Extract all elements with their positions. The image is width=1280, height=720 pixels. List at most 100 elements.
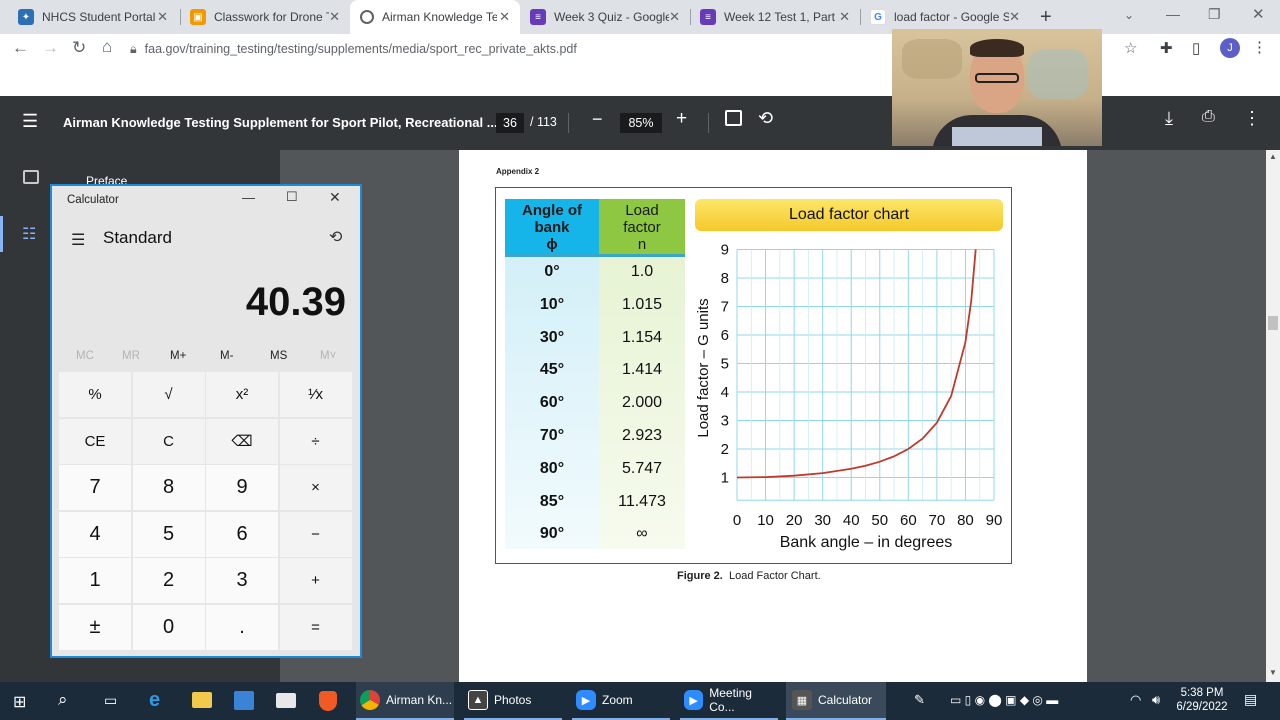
digit-8-button[interactable]: 8 xyxy=(132,465,205,510)
mail-icon[interactable] xyxy=(276,693,296,708)
square-root-button[interactable]: √ xyxy=(132,372,205,417)
home-icon[interactable]: ⌂ xyxy=(102,37,112,57)
taskbar-app-photos[interactable]: ▲ Photos xyxy=(464,682,562,720)
digit-5-button[interactable]: 5 xyxy=(132,511,205,557)
page-scrollbar[interactable]: ▲ ▼ xyxy=(1266,150,1280,682)
taskbar-app-zoom[interactable]: ▶ Zoom xyxy=(572,682,670,720)
square-button[interactable]: x² xyxy=(206,372,278,417)
close-tab-icon[interactable]: ✕ xyxy=(329,9,340,25)
tab-week3-quiz[interactable]: ≡ Week 3 Quiz - Google ✕ xyxy=(520,0,690,34)
backspace-button[interactable]: ⌫ xyxy=(206,418,278,464)
pdf-more-icon[interactable]: ⋮ xyxy=(1243,108,1261,129)
forward-arrow-icon[interactable]: → xyxy=(42,38,59,58)
close-tab-icon[interactable]: ✕ xyxy=(157,9,168,25)
profile-avatar[interactable]: J xyxy=(1220,38,1240,58)
calculator-display: 40.39 xyxy=(245,280,346,324)
multiply-button[interactable]: × xyxy=(279,465,352,510)
scrollbar-thumb[interactable] xyxy=(1268,316,1278,330)
network-icon[interactable]: ◠ xyxy=(1130,692,1141,708)
notifications-icon[interactable]: ▤ xyxy=(1244,691,1257,708)
sidepanel-icon[interactable]: ▯ xyxy=(1192,39,1200,57)
calc-minimize-icon[interactable]: — xyxy=(242,190,255,205)
clear-entry-button[interactable]: CE xyxy=(59,418,131,464)
taskbar-app-chrome[interactable]: Airman Kn... xyxy=(356,682,454,720)
close-tab-icon[interactable]: ✕ xyxy=(1009,9,1020,25)
restore-icon[interactable]: ❐ xyxy=(1208,6,1221,23)
page-number-input[interactable]: 36 xyxy=(496,113,524,133)
close-tab-icon[interactable]: ✕ xyxy=(669,9,680,25)
memory-button[interactable]: MS xyxy=(270,350,287,362)
windows-start-icon[interactable]: ⊞ xyxy=(13,692,26,712)
add-button[interactable]: + xyxy=(279,558,352,603)
tray-icons[interactable]: ▭ ▯ ◉ ⬤ ▣ ◆ ◎ ▬ xyxy=(950,693,1058,707)
edge-icon[interactable]: e xyxy=(149,689,160,712)
digit-7-button[interactable]: 7 xyxy=(59,465,131,510)
pdf-menu-icon[interactable]: ☰ xyxy=(22,111,38,132)
digit-9-button[interactable]: 9 xyxy=(206,465,278,510)
thumbnail-view-icon[interactable] xyxy=(23,170,39,184)
digit-4-button[interactable]: 4 xyxy=(59,511,131,557)
calc-nav-menu-icon[interactable]: ☰ xyxy=(71,230,85,250)
tab-search-icon[interactable]: ⌄ xyxy=(1124,8,1134,22)
download-icon[interactable]: ⤓ xyxy=(1165,108,1173,129)
search-icon[interactable]: ⌕ xyxy=(58,690,68,710)
file-explorer-icon[interactable] xyxy=(192,692,212,708)
equals-button[interactable]: = xyxy=(279,604,352,650)
brave-icon[interactable] xyxy=(319,691,337,711)
calc-maximize-icon[interactable]: ☐ xyxy=(286,189,298,205)
reload-icon[interactable]: ↻ xyxy=(72,38,86,58)
close-tab-icon[interactable]: ✕ xyxy=(499,9,510,25)
store-icon[interactable] xyxy=(234,691,254,710)
digit-0-button[interactable]: 0 xyxy=(132,604,205,650)
clear-button[interactable]: C xyxy=(132,418,205,464)
memory-button[interactable]: MC xyxy=(76,350,94,362)
browser-menu-icon[interactable]: ⋮ xyxy=(1252,38,1267,56)
bookmark-star-icon[interactable]: ☆ xyxy=(1124,39,1137,57)
digit-1-button[interactable]: 1 xyxy=(59,558,131,603)
new-tab-icon[interactable]: + xyxy=(1040,6,1052,29)
forms-icon: ≡ xyxy=(530,9,546,25)
address-bar[interactable]: 🔒︎ faa.gov/training_testing/testing/supp… xyxy=(130,36,890,62)
volume-icon[interactable]: 🔊︎ xyxy=(1152,692,1160,708)
memory-button[interactable]: M- xyxy=(220,350,233,362)
clock[interactable]: 5:38 PM 6/29/2022 xyxy=(1172,686,1232,714)
outline-view-icon[interactable]: ☷ xyxy=(22,224,36,244)
subtract-button[interactable]: − xyxy=(279,511,352,557)
zoom-level-input[interactable]: 85% xyxy=(620,113,662,133)
rotate-icon[interactable]: ⟲ xyxy=(758,108,773,129)
taskbar-app-calculator[interactable]: ▦ Calculator xyxy=(786,682,886,720)
digit-3-button[interactable]: 3 xyxy=(206,558,278,603)
digit-2-button[interactable]: 2 xyxy=(132,558,205,603)
fit-to-page-icon[interactable] xyxy=(725,110,742,126)
minimize-icon[interactable]: — xyxy=(1166,6,1180,22)
percent-button[interactable]: % xyxy=(59,372,131,417)
zoom-in-icon[interactable]: + xyxy=(676,108,687,130)
history-icon[interactable]: ⟲ xyxy=(329,227,342,247)
close-window-icon[interactable]: ✕ xyxy=(1252,5,1265,23)
tab-classwork[interactable]: ▣ Classwork for Drone T ✕ xyxy=(180,0,350,34)
y-tick-labels: 1 2 3 4 5 6 7 8 9 xyxy=(721,242,729,487)
digit-6-button[interactable]: 6 xyxy=(206,511,278,557)
pen-icon[interactable]: ✎ xyxy=(914,692,925,708)
memory-button[interactable]: M˅ xyxy=(320,350,336,362)
tab-label: NHCS Student Portal xyxy=(42,10,156,24)
close-tab-icon[interactable]: ✕ xyxy=(839,9,850,25)
calc-close-icon[interactable]: ✕ xyxy=(329,189,341,206)
decimal-button[interactable]: . xyxy=(206,604,278,650)
memory-button[interactable]: M+ xyxy=(170,350,186,362)
tab-week12-test[interactable]: ≡ Week 12 Test 1, Part 2 ✕ xyxy=(690,0,860,34)
table-load-cell: 2.923 xyxy=(621,427,663,444)
back-arrow-icon[interactable]: ← xyxy=(12,38,29,58)
taskbar-app-meeting-controls[interactable]: ▶ Meeting Co... xyxy=(680,682,778,720)
extensions-icon[interactable]: ✚ xyxy=(1160,39,1173,57)
zoom-out-icon[interactable]: − xyxy=(592,109,603,130)
print-icon[interactable]: ⎙ xyxy=(1202,108,1215,126)
appendix-label: Appendix 2 xyxy=(496,167,540,176)
reciprocal-button[interactable]: ¹⁄x xyxy=(279,372,352,417)
negate-button[interactable]: ± xyxy=(59,604,131,650)
task-view-icon[interactable]: ▭ xyxy=(104,692,117,709)
tab-airman-knowledge[interactable]: Airman Knowledge Te ✕ xyxy=(350,0,520,34)
memory-button[interactable]: MR xyxy=(122,350,140,362)
divide-button[interactable]: ÷ xyxy=(279,418,352,464)
tab-nhcs-student-portal[interactable]: ✦ NHCS Student Portal ✕ xyxy=(8,0,178,34)
